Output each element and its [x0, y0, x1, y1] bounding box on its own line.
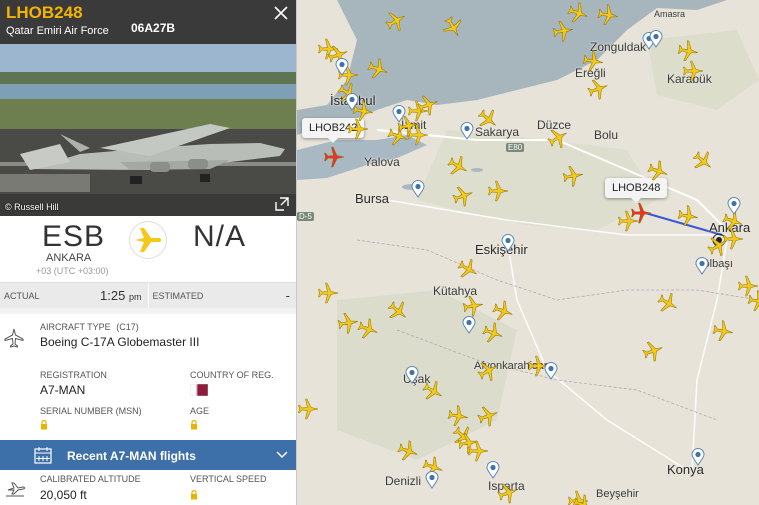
calibrated-altitude-label: CALIBRATED ALTITUDE — [40, 474, 141, 484]
panel-header: LHOB248 Qatar Emiri Air Force 06A27B — [0, 0, 296, 44]
route-box: ESB N/A ANKARA +03 (UTC +03:00) — [0, 216, 296, 282]
recent-flights-button[interactable]: Recent A7-MAN flights — [0, 440, 296, 470]
aircraft-marker[interactable] — [550, 18, 575, 43]
lock-icon[interactable] — [190, 490, 198, 500]
aircraft-marker[interactable] — [675, 203, 700, 228]
airport-pin-icon[interactable] — [411, 180, 425, 198]
qatar-flag-icon — [190, 384, 208, 396]
aircraft-marker[interactable] — [682, 60, 704, 82]
vertical-speed-label: VERTICAL SPEED — [190, 474, 267, 484]
aircraft-type-value: Boeing C-17A Globemaster III — [40, 335, 200, 349]
expand-icon[interactable] — [274, 196, 290, 212]
origin-code[interactable]: ESB — [42, 220, 105, 254]
aircraft-icon — [4, 328, 24, 348]
road-d5: D-5 — [297, 212, 314, 221]
city-amasra: Amasra — [654, 9, 686, 19]
aircraft-type-label: AIRCRAFT TYPE (C17) — [40, 322, 139, 332]
callsign: LHOB248 — [6, 3, 83, 22]
actual-time-suffix: pm — [128, 292, 142, 302]
airport-pin-icon[interactable] — [501, 234, 515, 252]
aircraft-marker[interactable] — [710, 318, 735, 343]
airport-pin-icon[interactable] — [486, 461, 500, 479]
airport-pin-icon[interactable] — [649, 30, 663, 48]
road-e80: E80 — [506, 143, 525, 152]
origin-timezone: +03 (UTC +03:00) — [36, 266, 109, 276]
aircraft-marker[interactable] — [347, 118, 369, 140]
close-icon[interactable] — [272, 4, 290, 22]
city-yalova: Yalova — [364, 155, 400, 169]
estimated-label: ESTIMATED — [152, 290, 204, 301]
aircraft-photo-image — [0, 44, 296, 216]
calibrated-altitude-value: 20,050 ft — [40, 488, 87, 502]
city-denizli: Denizli — [385, 474, 422, 488]
aircraft-marker[interactable] — [745, 288, 759, 313]
airport-pin-icon[interactable] — [335, 58, 349, 76]
aircraft-type-label-text: AIRCRAFT TYPE — [40, 322, 111, 332]
airport-pin-icon[interactable] — [727, 197, 741, 215]
aircraft-marker-lhob242[interactable] — [323, 146, 345, 168]
aircraft-marker[interactable] — [580, 48, 605, 73]
lock-icon[interactable] — [190, 420, 198, 430]
airport-pin-icon[interactable] — [462, 316, 476, 334]
city-bolu: Bolu — [594, 128, 619, 142]
photo-credit: © Russell Hill — [5, 202, 59, 212]
aircraft-marker[interactable] — [560, 163, 585, 188]
flight-map[interactable]: Amasra Zonguldak Ereğli Karabük İstanbul… — [297, 0, 759, 505]
estimated-time-cell: ESTIMATED - — [147, 283, 296, 308]
city-beysehir: Beyşehir — [596, 488, 639, 500]
country-label: COUNTRY OF REG. — [190, 370, 274, 380]
hex-code: 06A27B — [131, 21, 176, 35]
age-label: AGE — [190, 406, 210, 416]
actual-time-value: 1:25 — [100, 288, 126, 303]
actual-time-cell: ACTUAL 1:25 pm — [0, 283, 148, 308]
airport-pin-icon[interactable] — [695, 257, 709, 275]
aircraft-marker[interactable] — [487, 180, 509, 202]
origin-city: ANKARA — [46, 252, 92, 264]
aircraft-marker[interactable] — [595, 2, 620, 27]
airport-pin-icon[interactable] — [425, 471, 439, 489]
airport-pin-icon[interactable] — [405, 366, 419, 384]
altitude-icon — [6, 482, 25, 497]
flight-info-panel: LHOB248 Qatar Emiri Air Force 06A27B © R… — [0, 0, 297, 505]
aircraft-marker[interactable] — [460, 293, 485, 318]
airport-pin-icon[interactable] — [691, 448, 705, 466]
airplane-icon — [135, 228, 162, 252]
actual-label: ACTUAL — [4, 290, 40, 301]
aircraft-marker[interactable] — [297, 398, 319, 420]
altitude-row: CALIBRATED ALTITUDE 20,050 ft VERTICAL S… — [0, 470, 296, 505]
calendar-icon — [34, 447, 52, 464]
aircraft-marker[interactable] — [467, 440, 489, 462]
airport-pin-icon[interactable] — [460, 122, 474, 140]
chevron-down-icon — [276, 451, 288, 459]
route-plane-badge — [130, 222, 166, 258]
aircraft-marker-lhob248-selected[interactable] — [630, 202, 652, 224]
airport-pin-icon[interactable] — [345, 93, 359, 111]
serial-label: SERIAL NUMBER (MSN) — [40, 406, 142, 416]
aircraft-details: AIRCRAFT TYPE (C17) Boeing C-17A Globema… — [0, 308, 296, 440]
registration-value: A7-MAN — [40, 383, 86, 397]
airport-pin-icon[interactable] — [544, 362, 558, 380]
lock-icon[interactable] — [40, 420, 48, 430]
destination-code: N/A — [193, 220, 247, 253]
aircraft-marker[interactable] — [407, 124, 429, 146]
aircraft-marker[interactable] — [317, 282, 339, 304]
aircraft-photo[interactable]: © Russell Hill — [0, 44, 296, 216]
registration-label: REGISTRATION — [40, 370, 107, 380]
estimated-value: - — [285, 288, 290, 303]
recent-flights-label: Recent A7-MAN flights — [67, 449, 196, 463]
airport-pin-icon[interactable] — [392, 105, 406, 123]
city-bursa: Bursa — [355, 191, 389, 206]
aircraft-type-code: (C17) — [116, 322, 139, 332]
times-row: ACTUAL 1:25 pm ESTIMATED - — [0, 282, 296, 308]
actual-time: 1:25 pm — [100, 288, 141, 303]
